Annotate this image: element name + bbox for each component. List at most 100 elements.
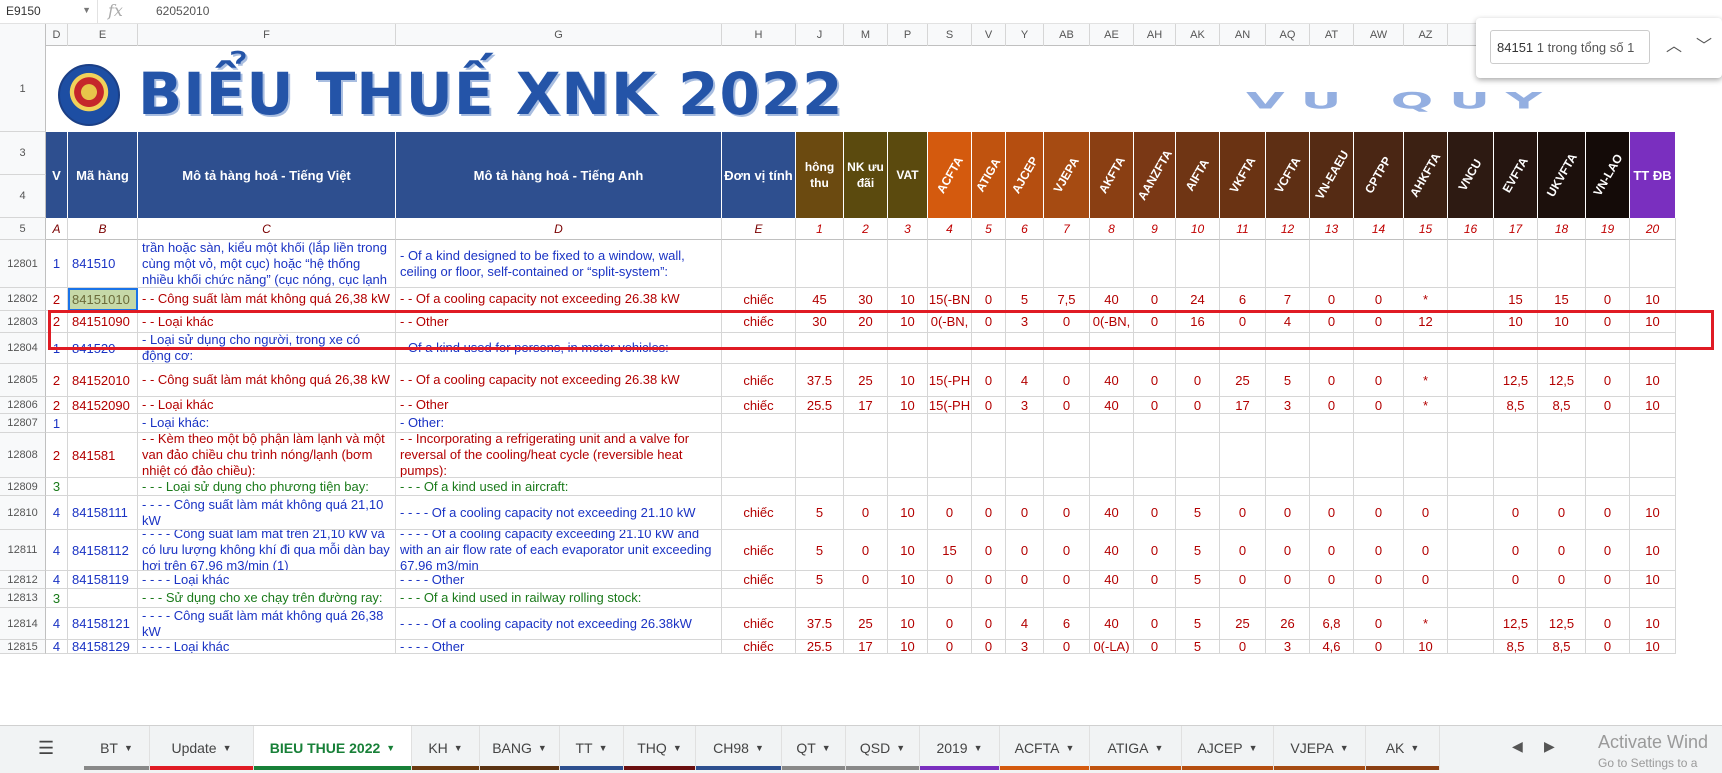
header-ajcep[interactable]: AJCEP (1006, 132, 1044, 218)
column-header[interactable]: D (46, 24, 68, 46)
row-number[interactable]: 12804 (0, 333, 46, 364)
cell-rate[interactable]: 8,5 (1494, 397, 1538, 414)
sheet-tab[interactable]: AK ▼ (1366, 726, 1440, 770)
header-mo_ta_vi[interactable]: Mô tả hàng hoá - Tiếng Việt (138, 132, 396, 218)
cell-level[interactable]: 4 (46, 608, 68, 640)
cell-rate[interactable]: 37.5 (796, 364, 844, 397)
sheet-tab[interactable]: QT ▼ (782, 726, 846, 770)
cell-level[interactable]: 2 (46, 433, 68, 478)
cell-rate[interactable] (1494, 478, 1538, 496)
cell-rate[interactable] (1538, 414, 1586, 433)
cell-description-vi[interactable]: - - - Loại sử dụng cho phương tiện bay: (138, 478, 396, 496)
cell-rate[interactable] (1220, 478, 1266, 496)
header-vcfta[interactable]: VCFTA (1266, 132, 1310, 218)
cell-rate[interactable]: 12,5 (1538, 364, 1586, 397)
cell-rate[interactable] (1310, 414, 1354, 433)
cell-rate[interactable] (1044, 240, 1090, 288)
cell-description-vi[interactable]: - - Công suất làm mát không quá 26,38 kW (138, 288, 396, 311)
cell-rate[interactable]: 0 (972, 608, 1006, 640)
cell-rate[interactable] (1354, 414, 1404, 433)
header-ttdb[interactable]: TT ĐB (1630, 132, 1676, 218)
column-header[interactable]: Y (1006, 24, 1044, 46)
cell-rate[interactable] (844, 433, 888, 478)
cell-rate[interactable] (1448, 414, 1494, 433)
cell-rate[interactable] (1538, 333, 1586, 364)
column-code[interactable]: 15 (1404, 218, 1448, 240)
column-header[interactable]: F (138, 24, 396, 46)
cell-rate[interactable] (972, 589, 1006, 608)
cell-rate[interactable]: 0 (1220, 496, 1266, 530)
cell-level[interactable]: 2 (46, 397, 68, 414)
cell-rate[interactable]: 10 (1630, 311, 1676, 333)
cell-level[interactable]: 2 (46, 364, 68, 397)
column-code[interactable]: 14 (1354, 218, 1404, 240)
cell-rate[interactable]: 10 (888, 311, 928, 333)
column-code[interactable]: 8 (1090, 218, 1134, 240)
cell-rate[interactable]: 5 (1176, 608, 1220, 640)
column-code[interactable]: 16 (1448, 218, 1494, 240)
cell-rate[interactable]: 0 (928, 608, 972, 640)
cell-rate[interactable] (1134, 478, 1176, 496)
cell-rate[interactable] (1044, 433, 1090, 478)
cell-rate[interactable] (1630, 433, 1676, 478)
cell-rate[interactable] (844, 414, 888, 433)
cell-unit[interactable]: chiếc (722, 571, 796, 589)
cell-rate[interactable] (1586, 478, 1630, 496)
cell-rate[interactable]: * (1404, 397, 1448, 414)
cell-rate[interactable]: 12,5 (1538, 608, 1586, 640)
row-number[interactable]: 12802 (0, 288, 46, 311)
cell-rate[interactable] (1538, 589, 1586, 608)
cell-rate[interactable] (1586, 240, 1630, 288)
header-vkfta[interactable]: VKFTA (1220, 132, 1266, 218)
column-header[interactable]: P (888, 24, 928, 46)
cell-rate[interactable]: 0 (1220, 311, 1266, 333)
chevron-down-icon[interactable]: ▼ (896, 743, 905, 753)
cell-rate[interactable]: 8,5 (1538, 640, 1586, 654)
tabs-scroll-right-icon[interactable]: ▶ (1544, 738, 1555, 755)
cell-rate[interactable]: 0 (1354, 571, 1404, 589)
cell-rate[interactable]: 20 (844, 311, 888, 333)
cell-rate[interactable]: 0 (1354, 530, 1404, 571)
cell-rate[interactable] (1310, 240, 1354, 288)
cell-rate[interactable]: 45 (796, 288, 844, 311)
cell-rate[interactable]: 17 (844, 640, 888, 654)
cell-rate[interactable] (1354, 589, 1404, 608)
chevron-down-icon[interactable]: ▼ (974, 743, 983, 753)
column-code[interactable]: 5 (972, 218, 1006, 240)
cell-unit[interactable]: chiếc (722, 608, 796, 640)
cell-rate[interactable] (972, 478, 1006, 496)
cell-unit[interactable] (722, 240, 796, 288)
cell-rate[interactable]: 10 (1404, 640, 1448, 654)
column-header[interactable]: AH (1134, 24, 1176, 46)
cell-hs-code[interactable]: 84158111 (68, 496, 138, 530)
cell-rate[interactable]: 0 (1310, 496, 1354, 530)
header-v[interactable]: V (46, 132, 68, 218)
cell-rate[interactable] (1586, 433, 1630, 478)
cell-hs-code[interactable] (68, 414, 138, 433)
cell-rate[interactable]: 0 (1134, 288, 1176, 311)
cell-rate[interactable] (928, 333, 972, 364)
cell-rate[interactable]: 0 (844, 530, 888, 571)
cell-rate[interactable] (1006, 414, 1044, 433)
cell-rate[interactable]: 0 (1134, 364, 1176, 397)
cell-rate[interactable] (1448, 397, 1494, 414)
column-code[interactable]: 13 (1310, 218, 1354, 240)
cell-rate[interactable] (796, 478, 844, 496)
cell-rate[interactable]: 0 (1354, 288, 1404, 311)
row-number[interactable]: 12808 (0, 433, 46, 478)
row-number[interactable]: 12809 (0, 478, 46, 496)
cell-rate[interactable]: 0(-BN, (1090, 311, 1134, 333)
cell-rate[interactable]: 5 (796, 530, 844, 571)
cell-rate[interactable] (844, 240, 888, 288)
cell-rate[interactable]: 0 (928, 640, 972, 654)
cell-rate[interactable]: 40 (1090, 571, 1134, 589)
cell-rate[interactable] (1266, 478, 1310, 496)
cell-rate[interactable]: 0 (1494, 571, 1538, 589)
cell-rate[interactable]: 40 (1090, 397, 1134, 414)
cell-description-en[interactable]: - - Other (396, 311, 722, 333)
cell-level[interactable]: 4 (46, 571, 68, 589)
cell-rate[interactable]: 7,5 (1044, 288, 1090, 311)
cell-rate[interactable]: 0 (1134, 311, 1176, 333)
find-next-icon[interactable]: ﹀ (1696, 32, 1712, 56)
cell-level[interactable]: 1 (46, 414, 68, 433)
